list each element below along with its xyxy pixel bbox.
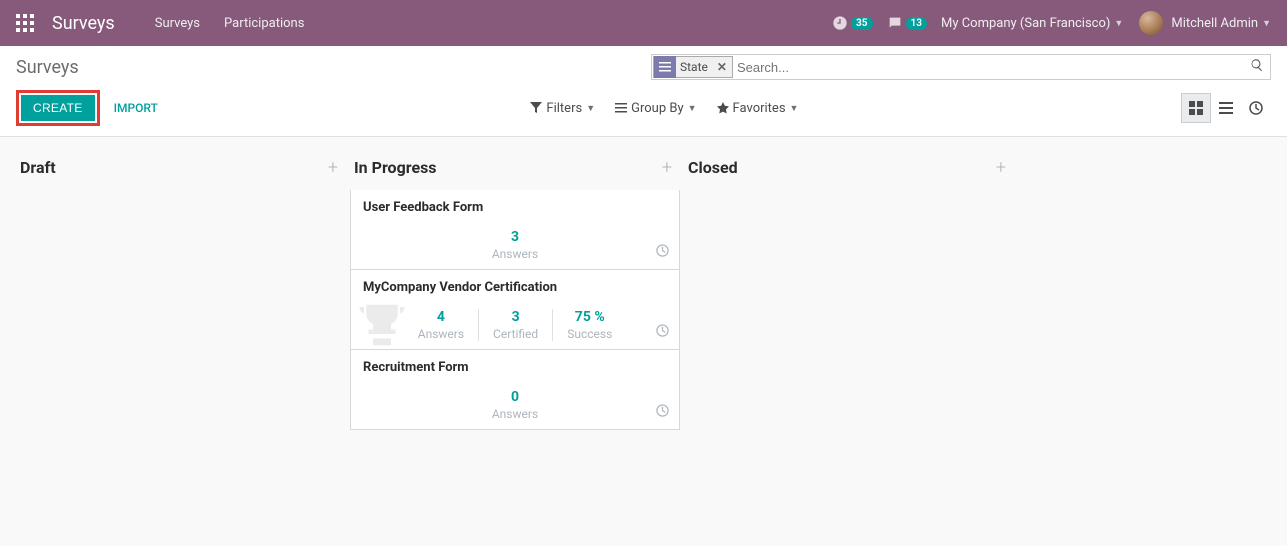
stat-value: 0 xyxy=(492,389,538,405)
import-button[interactable]: IMPORT xyxy=(114,101,158,115)
chevron-down-icon: ▼ xyxy=(586,103,595,114)
avatar[interactable] xyxy=(1139,11,1163,35)
column-inprogress: In Progress + User Feedback Form 3 Answe… xyxy=(350,153,680,430)
view-list-button[interactable] xyxy=(1211,93,1241,123)
star-icon xyxy=(717,102,729,114)
view-kanban-button[interactable] xyxy=(1181,93,1211,123)
stat-label: Certified xyxy=(493,327,538,341)
apps-icon[interactable] xyxy=(16,14,34,32)
survey-card[interactable]: User Feedback Form 3 Answers xyxy=(350,190,680,270)
add-card-button[interactable]: + xyxy=(328,157,338,178)
stat-label: Answers xyxy=(418,327,464,341)
stat-value: 4 xyxy=(418,309,464,325)
survey-card[interactable]: MyCompany Vendor Certification 4 Answers… xyxy=(350,270,680,350)
top-navbar: Surveys Surveys Participations 35 13 My … xyxy=(0,0,1287,46)
card-title: User Feedback Form xyxy=(363,200,667,215)
stat-label: Answers xyxy=(492,407,538,421)
chevron-down-icon: ▼ xyxy=(688,103,697,114)
search-tag-label: State xyxy=(676,60,712,74)
tag-close-icon[interactable]: ✕ xyxy=(712,60,732,74)
list-icon xyxy=(1219,101,1233,115)
activity-badge: 35 xyxy=(851,17,872,30)
column-closed: Closed + xyxy=(684,153,1014,190)
clock-icon xyxy=(832,15,848,31)
trophy-icon xyxy=(355,298,409,356)
card-title: MyCompany Vendor Certification xyxy=(363,280,667,295)
list-icon xyxy=(615,102,627,114)
search-tag: State ✕ xyxy=(653,56,733,78)
column-draft: Draft + xyxy=(16,153,346,190)
stat-value: 3 xyxy=(493,309,538,325)
user-menu[interactable]: Mitchell Admin ▼ xyxy=(1171,16,1271,31)
stat-label: Answers xyxy=(492,247,538,261)
app-name[interactable]: Surveys xyxy=(52,13,115,34)
search-box[interactable]: State ✕ xyxy=(651,54,1271,80)
kanban-icon xyxy=(1189,101,1203,115)
card-title: Recruitment Form xyxy=(363,360,667,375)
activity-icon[interactable] xyxy=(656,404,669,421)
chevron-down-icon: ▼ xyxy=(790,103,799,114)
search-input[interactable] xyxy=(737,56,1270,78)
column-title: Draft xyxy=(20,158,56,177)
stat-value: 75 % xyxy=(567,309,612,325)
favorites-button[interactable]: Favorites ▼ xyxy=(717,101,799,116)
kanban-board: Draft + In Progress + User Feedback Form… xyxy=(0,137,1287,446)
nav-surveys[interactable]: Surveys xyxy=(155,16,200,31)
create-highlight: CREATE xyxy=(16,90,100,126)
clock-icon xyxy=(1249,101,1263,115)
chat-icon xyxy=(887,15,903,31)
groupby-label: Group By xyxy=(631,101,684,116)
groupby-button[interactable]: Group By ▼ xyxy=(615,101,696,116)
groupby-icon xyxy=(654,56,676,78)
user-label: Mitchell Admin xyxy=(1171,16,1258,31)
activity-icon[interactable] xyxy=(656,324,669,341)
search-icon[interactable] xyxy=(1250,58,1264,76)
chevron-down-icon: ▼ xyxy=(1114,18,1123,29)
create-button[interactable]: CREATE xyxy=(21,95,95,121)
control-panel: Surveys State ✕ CREATE IMPORT Filters ▼ xyxy=(0,46,1287,137)
column-title: In Progress xyxy=(354,158,437,177)
add-card-button[interactable]: + xyxy=(996,157,1006,178)
messages-badge: 13 xyxy=(906,17,927,30)
add-card-button[interactable]: + xyxy=(662,157,672,178)
breadcrumb: Surveys xyxy=(16,57,79,78)
company-label: My Company (San Francisco) xyxy=(941,16,1110,31)
stat-label: Success xyxy=(567,327,612,341)
nav-participations[interactable]: Participations xyxy=(224,16,304,31)
filters-label: Filters xyxy=(546,101,582,116)
activity-icon[interactable] xyxy=(656,244,669,261)
stat-value: 3 xyxy=(492,229,538,245)
chevron-down-icon: ▼ xyxy=(1262,18,1271,29)
survey-card[interactable]: Recruitment Form 0 Answers xyxy=(350,350,680,430)
favorites-label: Favorites xyxy=(733,101,786,116)
company-switcher[interactable]: My Company (San Francisco) ▼ xyxy=(941,16,1123,31)
filters-button[interactable]: Filters ▼ xyxy=(530,101,595,116)
view-activity-button[interactable] xyxy=(1241,93,1271,123)
column-title: Closed xyxy=(688,158,738,177)
funnel-icon xyxy=(530,102,542,114)
activity-indicator[interactable]: 35 xyxy=(832,15,872,31)
messages-indicator[interactable]: 13 xyxy=(887,15,927,31)
